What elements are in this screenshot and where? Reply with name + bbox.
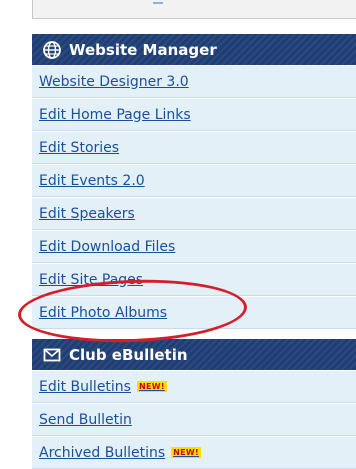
- club-ebulletin-title: Club eBulletin: [69, 345, 188, 364]
- website-manager-header: Website Manager: [32, 34, 356, 65]
- scroll-fragment: [153, 2, 163, 4]
- menu-edit-home-page-links[interactable]: Edit Home Page Links: [32, 98, 356, 131]
- menu-edit-download-files[interactable]: Edit Download Files: [32, 230, 356, 263]
- menu-edit-bulletins-label: Edit Bulletins: [39, 378, 131, 395]
- menu-edit-events[interactable]: Edit Events 2.0: [32, 164, 356, 197]
- menu-archived-bulletins-label: Archived Bulletins: [39, 444, 166, 461]
- club-ebulletin-header: Club eBulletin: [32, 339, 356, 370]
- new-badge: NEW!: [136, 381, 167, 392]
- menu-edit-stories[interactable]: Edit Stories: [32, 131, 356, 164]
- menu-website-designer[interactable]: Website Designer 3.0: [32, 65, 356, 98]
- menu-send-bulletin[interactable]: Send Bulletin: [32, 403, 356, 436]
- new-badge: NEW!: [171, 447, 201, 458]
- menu-archived-bulletins[interactable]: Archived Bulletins NEW!: [32, 436, 356, 469]
- menu-edit-speakers[interactable]: Edit Speakers: [32, 197, 356, 230]
- envelope-icon: [43, 346, 61, 364]
- previous-panel-bottom: [32, 0, 356, 19]
- menu-edit-bulletins[interactable]: Edit Bulletins NEW!: [32, 370, 356, 403]
- globe-icon: [43, 40, 61, 59]
- website-manager-title: Website Manager: [69, 40, 217, 59]
